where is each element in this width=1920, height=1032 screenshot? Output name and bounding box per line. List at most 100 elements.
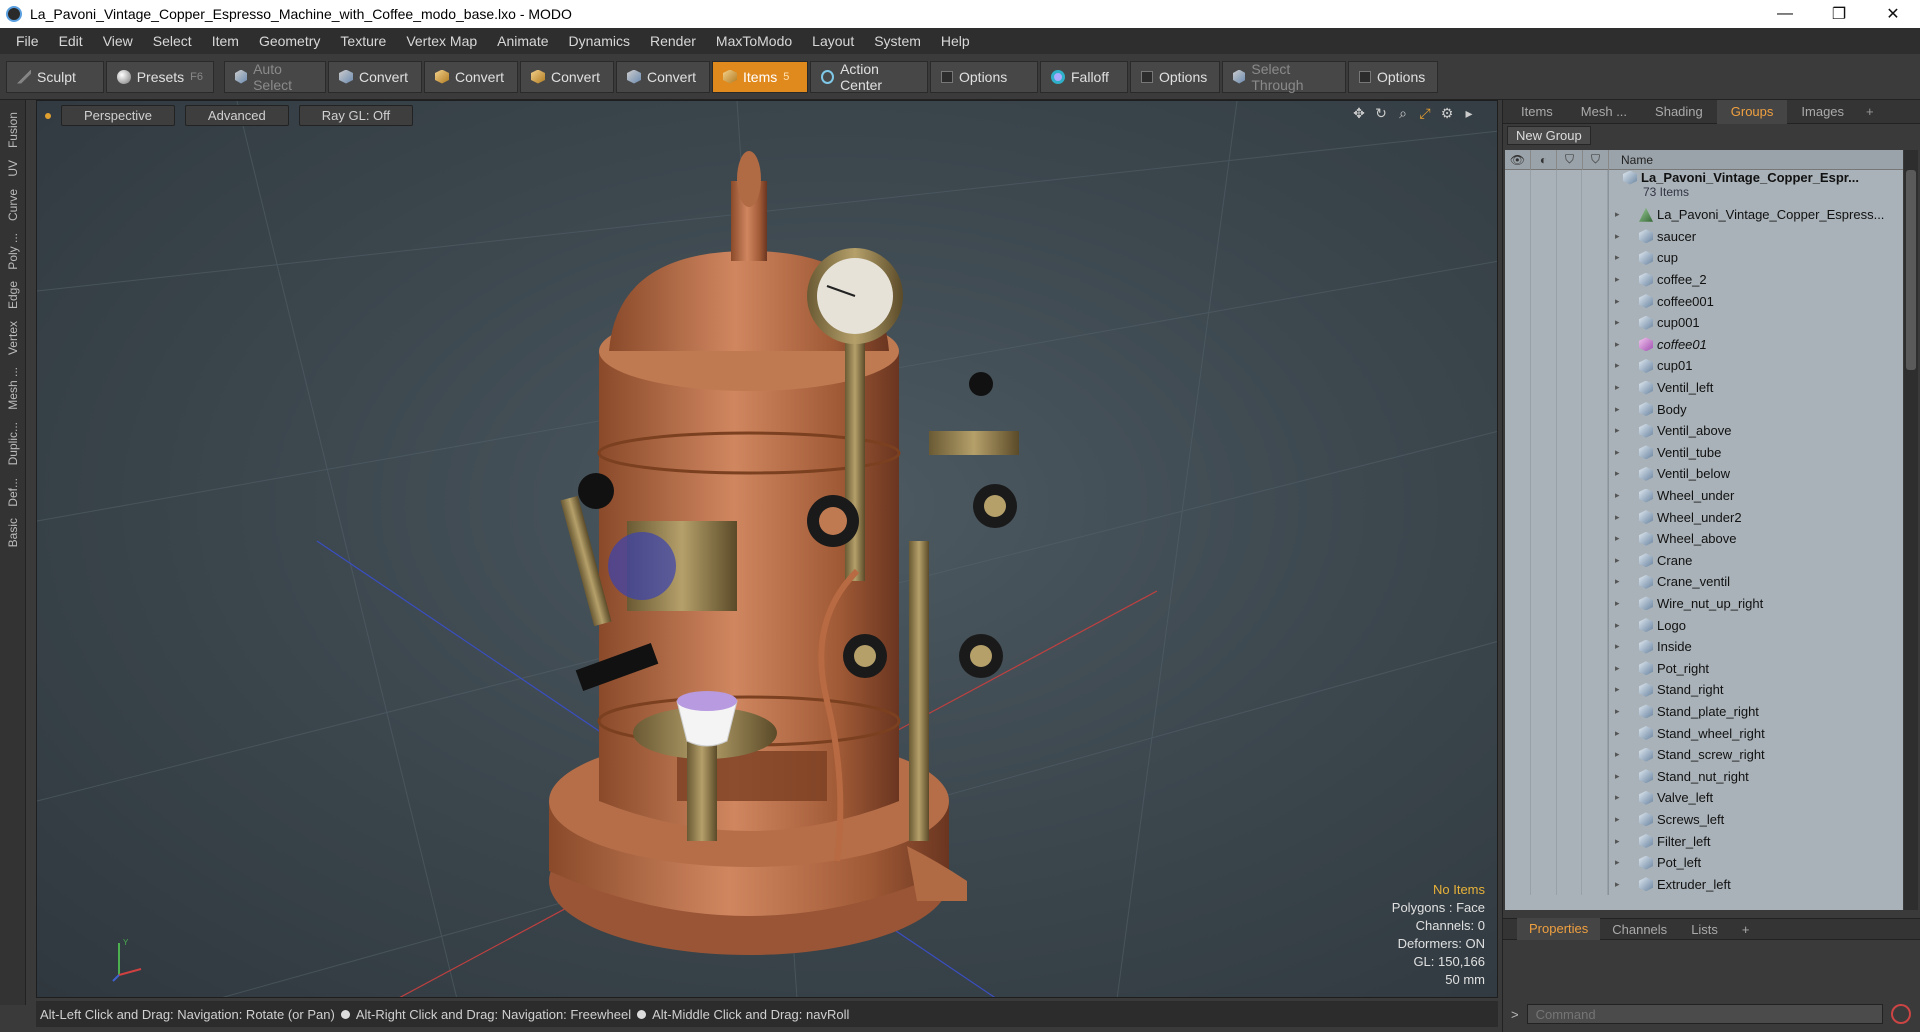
expand-arrow-icon[interactable]: ▸ xyxy=(1615,771,1620,782)
tree-item[interactable]: ▸ cup xyxy=(1505,247,1903,269)
select-through-button[interactable]: Select Through xyxy=(1222,60,1346,93)
tab-images[interactable]: Images xyxy=(1787,100,1858,124)
row-toggles[interactable] xyxy=(1505,830,1609,852)
menu-maxtomodo[interactable]: MaxToModo xyxy=(706,33,802,49)
expand-arrow-icon[interactable]: ▸ xyxy=(1615,684,1620,695)
rotate-icon[interactable]: ↻ xyxy=(1373,105,1389,121)
tab-lists[interactable]: Lists xyxy=(1679,922,1730,937)
tab-curve[interactable]: Curve xyxy=(6,183,20,227)
advanced-dropdown[interactable]: Advanced xyxy=(184,105,289,126)
tree-item[interactable]: ▸ Pot_right xyxy=(1505,657,1903,680)
expand-arrow-icon[interactable]: ▸ xyxy=(1615,857,1620,868)
expand-arrow-icon[interactable]: ▸ xyxy=(1615,555,1620,566)
row-toggles[interactable] xyxy=(1505,635,1609,658)
pan-icon[interactable]: ✥ xyxy=(1351,105,1367,121)
tab-deform[interactable]: Def... xyxy=(6,472,20,513)
tab-edge[interactable]: Edge xyxy=(6,275,20,315)
tree-item[interactable]: ▸ Ventil_below xyxy=(1505,463,1903,485)
tab-uv[interactable]: UV xyxy=(6,154,20,183)
expand-arrow-icon[interactable]: ▸ xyxy=(1615,447,1620,458)
menu-help[interactable]: Help xyxy=(931,33,980,49)
tree-item[interactable]: ▸ Inside xyxy=(1505,635,1903,658)
tab-poly[interactable]: Poly ... xyxy=(6,227,20,276)
menu-view[interactable]: View xyxy=(93,33,143,49)
expand-arrow-icon[interactable]: ▸ xyxy=(1615,512,1620,523)
row-toggles[interactable] xyxy=(1505,700,1609,723)
row-toggles[interactable] xyxy=(1505,765,1609,788)
expand-arrow-icon[interactable]: ▸ xyxy=(1615,209,1620,220)
tree-item[interactable]: ▸ Stand_nut_right xyxy=(1505,765,1903,788)
maximize-icon[interactable]: ⤢ xyxy=(1417,105,1433,121)
auto-select-button[interactable]: Auto Select xyxy=(224,60,326,93)
action-center-button[interactable]: Action Center xyxy=(810,60,928,93)
falloff-options-button[interactable]: Options xyxy=(1130,60,1220,93)
expand-arrow-icon[interactable]: ▸ xyxy=(1615,792,1620,803)
row-toggles[interactable] xyxy=(1505,527,1609,550)
action-center-options-button[interactable]: Options xyxy=(930,60,1038,93)
tree-item[interactable]: ▸ Stand_plate_right xyxy=(1505,700,1903,723)
expand-arrow-icon[interactable]: ▸ xyxy=(1615,296,1620,307)
row-toggles[interactable] xyxy=(1505,463,1609,485)
menu-edit[interactable]: Edit xyxy=(49,33,93,49)
tree-scrollbar[interactable] xyxy=(1904,150,1918,910)
expand-arrow-icon[interactable]: ▸ xyxy=(1461,105,1477,121)
tree-root-group[interactable]: La_Pavoni_Vintage_Copper_Espr... 73 Item… xyxy=(1505,170,1903,204)
tab-properties[interactable]: Properties xyxy=(1517,918,1601,940)
expand-arrow-icon[interactable]: ▸ xyxy=(1615,663,1620,674)
expand-arrow-icon[interactable]: ▸ xyxy=(1615,598,1620,609)
render-column-icon[interactable]: ◐ xyxy=(1531,150,1557,170)
menu-vertex-map[interactable]: Vertex Map xyxy=(396,33,487,49)
tree-item[interactable]: ▸ cup01 xyxy=(1505,355,1903,377)
falloff-button[interactable]: Falloff xyxy=(1040,60,1128,93)
row-toggles[interactable] xyxy=(1505,419,1609,442)
convert-edge-button[interactable]: Convert xyxy=(424,60,518,93)
tree-item[interactable]: ▸ coffee001 xyxy=(1505,290,1903,312)
row-toggles[interactable] xyxy=(1505,398,1609,420)
expand-arrow-icon[interactable]: ▸ xyxy=(1615,425,1620,436)
tree-item[interactable]: ▸ Wheel_under2 xyxy=(1505,506,1903,528)
tree-item[interactable]: ▸ saucer xyxy=(1505,225,1903,248)
row-toggles[interactable] xyxy=(1505,441,1609,464)
tree-item[interactable]: ▸ Valve_left xyxy=(1505,787,1903,809)
row-toggles[interactable] xyxy=(1505,204,1609,226)
lock-column-icon[interactable]: ⛉ xyxy=(1557,150,1583,170)
row-toggles[interactable] xyxy=(1505,290,1609,312)
expand-arrow-icon[interactable]: ▸ xyxy=(1615,490,1620,501)
expand-arrow-icon[interactable]: ▸ xyxy=(1615,749,1620,760)
tree-item[interactable]: ▸ Stand_right xyxy=(1505,679,1903,701)
tab-channels[interactable]: Channels xyxy=(1600,922,1679,937)
tree-item[interactable]: ▸ Wire_nut_up_right xyxy=(1505,592,1903,615)
select-options-button[interactable]: Options xyxy=(1348,60,1438,93)
row-toggles[interactable] xyxy=(1505,808,1609,831)
menu-animate[interactable]: Animate xyxy=(487,33,558,49)
expand-arrow-icon[interactable]: ▸ xyxy=(1615,641,1620,652)
tree-item[interactable]: ▸ Stand_wheel_right xyxy=(1505,722,1903,744)
tree-item[interactable]: ▸ cup001 xyxy=(1505,311,1903,334)
menu-dynamics[interactable]: Dynamics xyxy=(559,33,640,49)
menu-layout[interactable]: Layout xyxy=(802,33,864,49)
tree-item[interactable]: ▸ La_Pavoni_Vintage_Copper_Espress... xyxy=(1505,204,1903,226)
add-tab-icon[interactable]: + xyxy=(1858,104,1882,119)
expand-arrow-icon[interactable]: ▸ xyxy=(1615,317,1620,328)
record-icon[interactable] xyxy=(1890,1004,1911,1024)
name-column-header[interactable]: Name xyxy=(1609,153,1653,167)
expand-arrow-icon[interactable]: ▸ xyxy=(1615,836,1620,847)
zoom-icon[interactable]: ⌕ xyxy=(1395,105,1411,121)
expand-arrow-icon[interactable]: ▸ xyxy=(1615,252,1620,263)
items-mode-button[interactable]: Items 5 xyxy=(712,60,808,93)
menu-select[interactable]: Select xyxy=(143,33,202,49)
tab-vertex[interactable]: Vertex xyxy=(6,315,20,361)
tree-item[interactable]: ▸ Extruder_left xyxy=(1505,873,1903,895)
restore-button[interactable]: ❐ xyxy=(1812,0,1866,28)
add-tab-icon[interactable]: + xyxy=(1730,922,1762,937)
tree-item[interactable]: ▸ Wheel_under xyxy=(1505,484,1903,507)
menu-item[interactable]: Item xyxy=(202,33,249,49)
tree-item[interactable]: ▸ Stand_screw_right xyxy=(1505,743,1903,766)
menu-system[interactable]: System xyxy=(864,33,931,49)
tree-item[interactable]: ▸ Body xyxy=(1505,398,1903,420)
expand-arrow-icon[interactable]: ▸ xyxy=(1615,879,1620,890)
row-toggles[interactable] xyxy=(1505,484,1609,507)
expand-arrow-icon[interactable]: ▸ xyxy=(1615,274,1620,285)
row-toggles[interactable] xyxy=(1505,592,1609,615)
expand-arrow-icon[interactable]: ▸ xyxy=(1615,468,1620,479)
